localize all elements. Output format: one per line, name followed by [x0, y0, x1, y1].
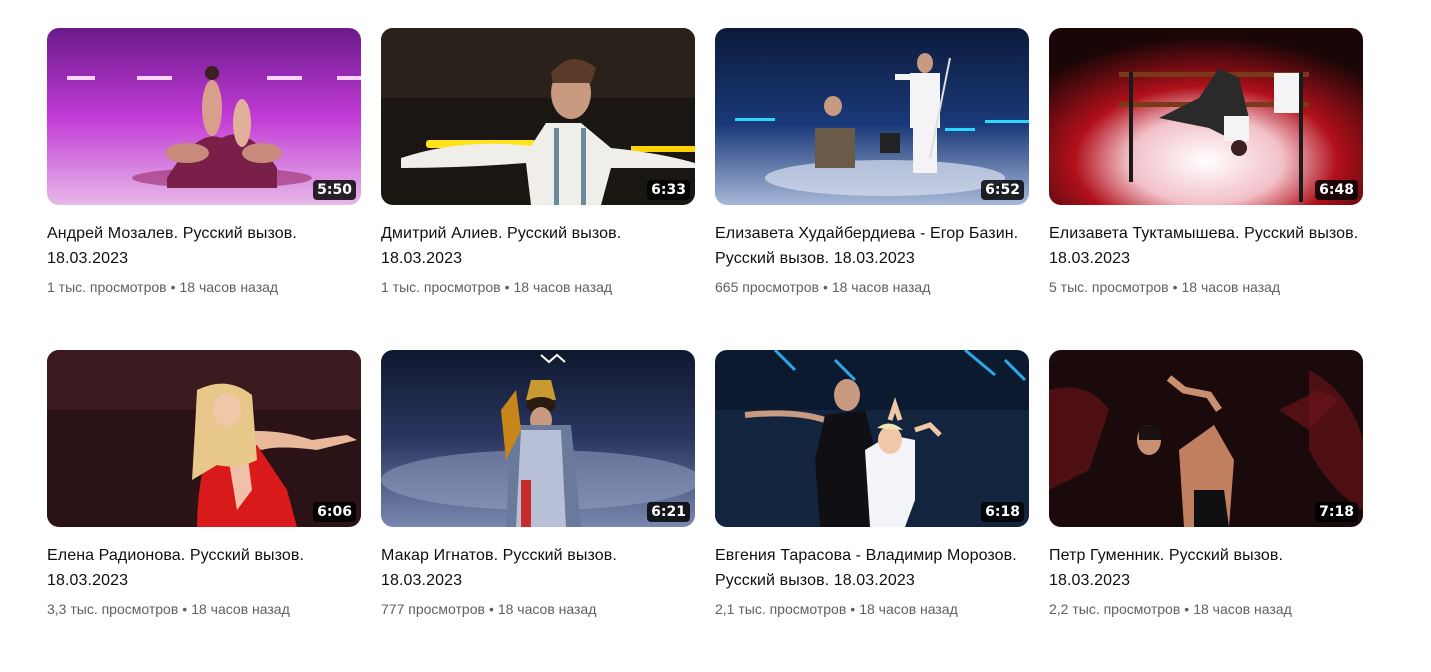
thumbnail-image [381, 350, 695, 527]
upload-age: 18 часов назад [859, 601, 958, 617]
video-card[interactable]: 6:48 Елизавета Туктамышева. Русский вызо… [1049, 28, 1363, 350]
duration-badge: 5:50 [313, 180, 356, 200]
view-count: 665 просмотров [715, 279, 819, 295]
video-meta: 665 просмотров • 18 часов назад [715, 277, 1029, 297]
duration-badge: 6:18 [981, 502, 1024, 522]
video-card[interactable]: 6:21 Макар Игнатов. Русский вызов. 18.03… [381, 350, 695, 672]
video-thumbnail[interactable]: 6:21 [381, 350, 695, 527]
thumbnail-image [715, 350, 1029, 527]
video-meta: 777 просмотров • 18 часов назад [381, 599, 695, 619]
meta-separator: • [182, 601, 188, 617]
video-thumbnail[interactable]: 6:06 [47, 350, 361, 527]
video-title[interactable]: Макар Игнатов. Русский вызов. 18.03.2023 [381, 543, 695, 593]
upload-age: 18 часов назад [831, 279, 931, 295]
meta-separator: • [488, 601, 494, 617]
view-count: 5 тыс. просмотров [1049, 279, 1169, 295]
video-card[interactable]: 6:18 Евгения Тарасова - Владимир Морозов… [715, 350, 1029, 672]
video-card[interactable]: 6:52 Елизавета Худайбердиева - Егор Бази… [715, 28, 1029, 350]
view-count: 777 просмотров [381, 601, 485, 617]
video-title[interactable]: Дмитрий Алиев. Русский вызов. 18.03.2023 [381, 221, 695, 271]
video-thumbnail[interactable]: 6:48 [1049, 28, 1363, 205]
video-title[interactable]: Андрей Мозалев. Русский вызов. 18.03.202… [47, 221, 361, 271]
video-meta: 1 тыс. просмотров • 18 часов назад [381, 277, 695, 297]
video-meta: 2,1 тыс. просмотров • 18 часов назад [715, 599, 1029, 619]
video-card[interactable]: 5:50 Андрей Мозалев. Русский вызов. 18.0… [47, 28, 361, 350]
video-title[interactable]: Елизавета Худайбердиева - Егор Базин. Ру… [715, 221, 1029, 271]
meta-separator: • [504, 279, 510, 295]
upload-age: 18 часов назад [191, 601, 290, 617]
thumbnail-image [47, 350, 361, 527]
video-title[interactable]: Елизавета Туктамышева. Русский вызов. 18… [1049, 221, 1363, 271]
upload-age: 18 часов назад [179, 279, 279, 295]
duration-badge: 6:52 [981, 180, 1024, 200]
video-meta: 1 тыс. просмотров • 18 часов назад [47, 277, 361, 297]
duration-badge: 7:18 [1315, 502, 1358, 522]
view-count: 2,1 тыс. просмотров [715, 601, 847, 617]
duration-badge: 6:33 [647, 180, 690, 200]
view-count: 3,3 тыс. просмотров [47, 601, 179, 617]
upload-age: 18 часов назад [513, 279, 613, 295]
video-thumbnail[interactable]: 5:50 [47, 28, 361, 205]
duration-badge: 6:06 [313, 502, 356, 522]
meta-separator: • [1172, 279, 1178, 295]
video-meta: 2,2 тыс. просмотров • 18 часов назад [1049, 599, 1363, 619]
video-meta: 5 тыс. просмотров • 18 часов назад [1049, 277, 1363, 297]
upload-age: 18 часов назад [1193, 601, 1292, 617]
meta-separator: • [822, 279, 828, 295]
video-card[interactable]: 6:06 Елена Радионова. Русский вызов. 18.… [47, 350, 361, 672]
video-title[interactable]: Петр Гуменник. Русский вызов. 18.03.2023 [1049, 543, 1363, 593]
video-thumbnail[interactable]: 6:52 [715, 28, 1029, 205]
view-count: 1 тыс. просмотров [381, 279, 501, 295]
video-title[interactable]: Евгения Тарасова - Владимир Морозов. Рус… [715, 543, 1029, 593]
video-grid: 5:50 Андрей Мозалев. Русский вызов. 18.0… [47, 28, 1363, 672]
meta-separator: • [1184, 601, 1190, 617]
upload-age: 18 часов назад [497, 601, 597, 617]
upload-age: 18 часов назад [1181, 279, 1281, 295]
duration-badge: 6:21 [647, 502, 690, 522]
thumbnail-image [381, 28, 695, 205]
thumbnail-image [715, 28, 1029, 205]
video-thumbnail[interactable]: 7:18 [1049, 350, 1363, 527]
view-count: 2,2 тыс. просмотров [1049, 601, 1181, 617]
thumbnail-image [47, 28, 361, 205]
video-card[interactable]: 7:18 Петр Гуменник. Русский вызов. 18.03… [1049, 350, 1363, 672]
thumbnail-image [1049, 350, 1363, 527]
duration-badge: 6:48 [1315, 180, 1358, 200]
video-card[interactable]: 6:33 Дмитрий Алиев. Русский вызов. 18.03… [381, 28, 695, 350]
video-thumbnail[interactable]: 6:33 [381, 28, 695, 205]
thumbnail-image [1049, 28, 1363, 205]
video-title[interactable]: Елена Радионова. Русский вызов. 18.03.20… [47, 543, 361, 593]
meta-separator: • [850, 601, 856, 617]
video-meta: 3,3 тыс. просмотров • 18 часов назад [47, 599, 361, 619]
view-count: 1 тыс. просмотров [47, 279, 167, 295]
video-thumbnail[interactable]: 6:18 [715, 350, 1029, 527]
meta-separator: • [170, 279, 176, 295]
